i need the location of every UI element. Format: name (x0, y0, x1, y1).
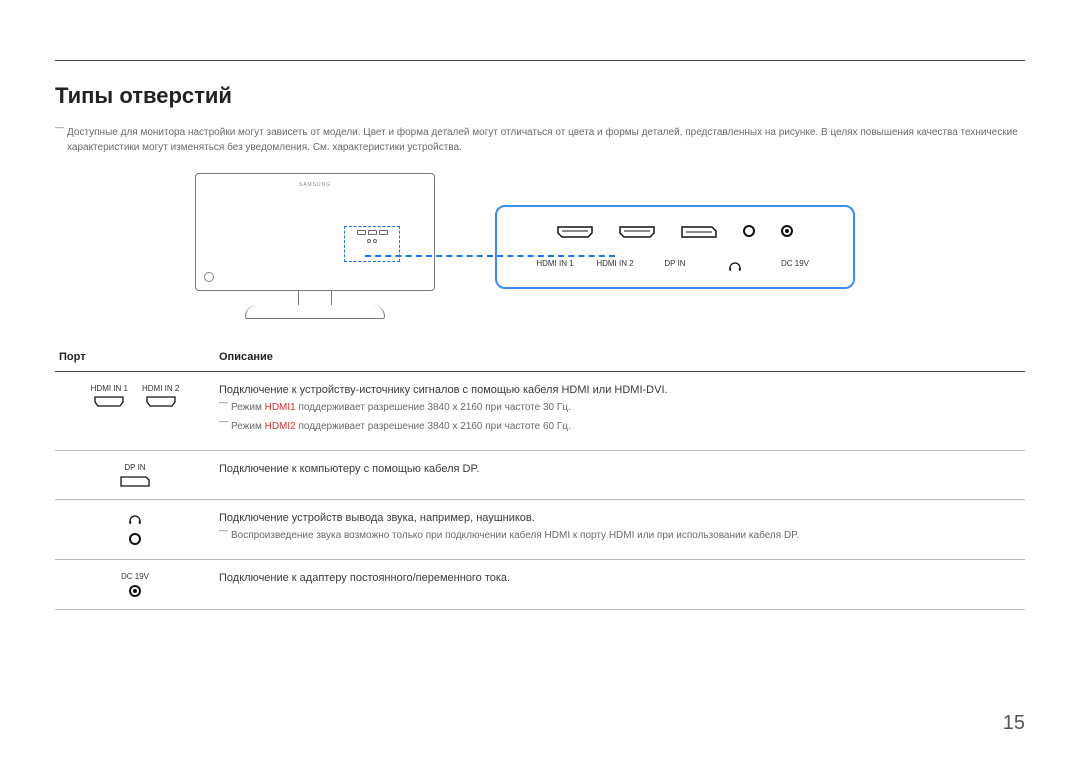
horizontal-rule-top (55, 60, 1025, 61)
port-label: HDMI IN 2 (142, 384, 179, 393)
table-row: Подключение устройств вывода звука, напр… (55, 500, 1025, 560)
page-number: 15 (1003, 712, 1025, 735)
table-row: DP IN Подключение к компьютеру с помощью… (55, 451, 1025, 500)
hdmi1-bold: HDMI1 (265, 402, 296, 413)
monitor-bezel: SAMSUNG (195, 173, 435, 291)
note-text: Воспроизведение звука возможно только пр… (219, 528, 1021, 543)
port-label: DP IN (645, 259, 705, 275)
monitor-neck (298, 291, 332, 305)
headphone-jack-icon (743, 225, 755, 237)
power-button-icon (204, 272, 214, 282)
monitor-base (245, 305, 385, 319)
dp-port-icon (120, 476, 150, 487)
note-text: Режим HDMI2 поддерживает разрешение 3840… (219, 419, 1021, 434)
port-label: HDMI IN 2 (585, 259, 645, 275)
table-row: HDMI IN 1 HDMI IN 2 Подключение к устрой… (55, 372, 1025, 451)
hdmi-port-icon (557, 225, 593, 237)
hdmi-port-icon (619, 225, 655, 237)
port-cell-dp: DP IN (59, 463, 211, 487)
port-label: HDMI IN 1 (525, 259, 585, 275)
port-label: DP IN (124, 463, 145, 472)
ports-table: Порт Описание HDMI IN 1 HDMI IN 2 (55, 345, 1025, 610)
samsung-logo: SAMSUNG (299, 182, 331, 188)
table-header-desc: Описание (215, 345, 1025, 372)
port-label: DC 19V (121, 572, 149, 581)
port-cell-hdmi: HDMI IN 1 HDMI IN 2 (59, 384, 211, 407)
monitor-rear-illustration: SAMSUNG (195, 173, 435, 321)
desc-text: Подключение к компьютеру с помощью кабел… (219, 463, 1021, 475)
port-label: DC 19V (765, 259, 825, 275)
hdmi-port-icon (146, 396, 176, 407)
note-text: Режим HDMI1 поддерживает разрешение 3840… (219, 400, 1021, 415)
port-cell-dc: DC 19V (59, 572, 211, 597)
dc-jack-icon (781, 225, 793, 237)
top-disclaimer-note: Доступные для монитора настройки могут з… (55, 125, 1025, 155)
page-title: Типы отверстий (55, 83, 1025, 109)
table-row: DC 19V Подключение к адаптеру постоянног… (55, 560, 1025, 610)
figure-row: SAMSUNG (55, 173, 1025, 321)
port-label (705, 259, 765, 275)
dc-jack-icon (129, 585, 141, 597)
port-label: HDMI IN 1 (91, 384, 128, 393)
table-header-port: Порт (55, 345, 215, 372)
port-cell-headphone (59, 512, 211, 545)
hdmi2-bold: HDMI2 (265, 421, 296, 432)
hdmi-port-icon (94, 396, 124, 407)
port-callout-panel: HDMI IN 1 HDMI IN 2 DP IN DC 19V (495, 205, 855, 289)
headphone-jack-icon (129, 533, 141, 545)
desc-text: Подключение к устройству-источнику сигна… (219, 384, 1021, 396)
desc-text: Подключение устройств вывода звука, напр… (219, 512, 1021, 524)
callout-leader-line (365, 255, 615, 257)
desc-text: Подключение к адаптеру постоянного/перем… (219, 572, 1021, 584)
dp-port-icon (681, 225, 717, 237)
headphone-icon (128, 512, 142, 529)
